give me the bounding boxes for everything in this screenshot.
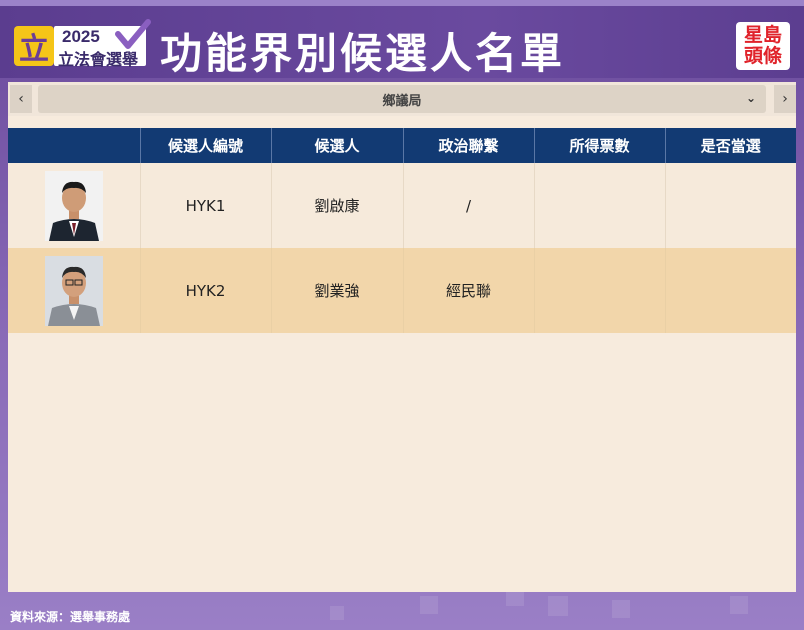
candidate-affiliation: / bbox=[403, 163, 535, 248]
brand-logo: 星島 頭條 bbox=[736, 22, 790, 70]
checkmark-icon bbox=[115, 19, 151, 49]
page-title: 功能界別候選人名單 bbox=[160, 29, 566, 78]
candidate-photo-cell bbox=[8, 248, 141, 333]
candidate-panel: ‹ 鄉議局 ⌄ › 候選人編號 候選人 政治聯繫 所得票數 是否當選 HYK1 … bbox=[8, 82, 796, 592]
column-header-elected: 是否當選 bbox=[665, 128, 796, 163]
logo-badge: 立 bbox=[14, 26, 54, 67]
column-header-photo bbox=[8, 128, 141, 163]
candidate-votes bbox=[534, 163, 666, 248]
page-header: 立 2025 立法會選舉 功能界別候選人名單 星島 頭條 bbox=[0, 0, 804, 78]
candidate-number: HYK2 bbox=[140, 248, 272, 333]
constituency-selector-bar: ‹ 鄉議局 ⌄ › bbox=[8, 82, 796, 116]
background-square bbox=[506, 592, 524, 606]
election-logo: 立 2025 立法會選舉 bbox=[14, 16, 151, 74]
chevron-right-icon: › bbox=[782, 91, 788, 107]
background-square bbox=[730, 596, 748, 614]
table-row: HYK1 劉啟康 / bbox=[8, 163, 796, 248]
selected-constituency: 鄉議局 bbox=[382, 93, 422, 109]
background-square bbox=[548, 596, 568, 616]
logo-year: 2025 bbox=[62, 27, 100, 46]
column-header-candidate: 候選人 bbox=[271, 128, 404, 163]
candidate-affiliation: 經民聯 bbox=[403, 248, 535, 333]
candidate-elected bbox=[665, 163, 796, 248]
source-note: 資料來源：選舉事務處 bbox=[10, 610, 131, 624]
constituency-select[interactable]: 鄉議局 ⌄ bbox=[38, 85, 766, 113]
candidate-photo bbox=[44, 255, 103, 326]
column-header-affiliation: 政治聯繫 bbox=[403, 128, 535, 163]
candidate-photo-cell bbox=[8, 163, 141, 248]
table-header-row: 候選人編號 候選人 政治聯繫 所得票數 是否當選 bbox=[8, 128, 796, 163]
candidate-name: 劉啟康 bbox=[271, 163, 404, 248]
brand-line-2: 頭條 bbox=[743, 45, 782, 67]
background-square bbox=[612, 600, 630, 618]
chevron-left-icon: ‹ bbox=[18, 91, 24, 107]
candidate-number: HYK1 bbox=[140, 163, 272, 248]
prev-button[interactable]: ‹ bbox=[10, 85, 32, 113]
candidate-photo bbox=[44, 170, 103, 241]
brand-line-1: 星島 bbox=[743, 24, 782, 46]
candidate-votes bbox=[534, 248, 666, 333]
column-header-votes: 所得票數 bbox=[534, 128, 666, 163]
column-header-number: 候選人編號 bbox=[140, 128, 272, 163]
candidate-table: 候選人編號 候選人 政治聯繫 所得票數 是否當選 HYK1 劉啟康 / HYK2… bbox=[8, 128, 796, 333]
background-square bbox=[330, 606, 344, 620]
candidate-name: 劉業強 bbox=[271, 248, 404, 333]
background-square bbox=[420, 596, 438, 614]
chevron-down-icon: ⌄ bbox=[745, 91, 756, 105]
candidate-elected bbox=[665, 248, 796, 333]
next-button[interactable]: › bbox=[774, 85, 796, 113]
table-row: HYK2 劉業強 經民聯 bbox=[8, 248, 796, 333]
